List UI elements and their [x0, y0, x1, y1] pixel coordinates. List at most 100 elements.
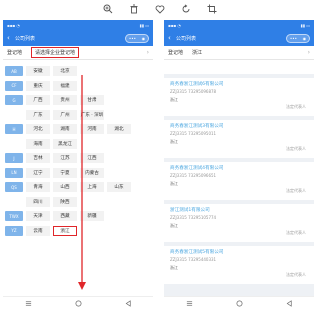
company-code: ZZJ3315 73295096651 — [170, 173, 217, 178]
region-selector-bar[interactable]: 登记地 浙江 › — [164, 46, 314, 60]
company-role: 法定代表人 — [286, 104, 306, 109]
region-row: H 河北 湖南 河南 湖北 — [3, 122, 153, 137]
close-circle-icon[interactable]: ◉ — [142, 36, 146, 41]
title-bar: ‹ 公司列表 ••• ◉ — [3, 30, 153, 46]
region-option[interactable]: 上海 — [80, 182, 104, 193]
region-option[interactable]: 黑龙江 — [53, 138, 77, 149]
region-letter-tag — [5, 139, 23, 149]
company-card[interactable]: 商务春浙江测试6有限公司 ZZJ3315 73295096878 浙江 法定代表人 — [164, 78, 314, 116]
company-list: 商务春浙江测试6有限公司 ZZJ3315 73295096878 浙江 法定代表人 商务… — [164, 74, 314, 296]
region-placeholder[interactable]: 请选择企业登记地 — [31, 47, 80, 58]
region-row: J 吉林 江苏 江西 — [3, 151, 153, 166]
android-nav-bar — [164, 296, 314, 310]
company-code: ZZJ3315 73295440331 — [170, 257, 217, 262]
region-option[interactable]: 福建 — [53, 80, 77, 91]
region-option[interactable]: 宁夏 — [53, 167, 77, 178]
region-letter-tag: G — [5, 95, 23, 106]
region-option[interactable]: 天津 — [26, 211, 50, 222]
region-letter-tag: TWX — [5, 211, 23, 222]
home-icon[interactable] — [74, 300, 82, 308]
region-option[interactable]: 重庆 — [26, 80, 50, 91]
delete-icon[interactable] — [128, 3, 140, 15]
miniapp-capsule[interactable]: ••• ◉ — [286, 33, 310, 43]
region-option[interactable]: 江西 — [80, 153, 104, 164]
company-card[interactable]: 浙江测试1有限公司 ZZJ3315 73295105774 浙江 法定代表人 — [164, 204, 314, 242]
page-title: 公司列表 — [15, 35, 36, 42]
company-card[interactable]: 商务春浙江测试4有限公司 ZZJ3315 73295096651 浙江 法定代表人 — [164, 162, 314, 200]
region-option[interactable]: 西藏 — [53, 211, 77, 222]
more-icon[interactable]: ••• — [129, 36, 136, 41]
region-option[interactable]: 海南 — [26, 138, 50, 149]
company-card[interactable]: 商务春浙江测试5有限公司 ZZJ3315 73295440331 浙江法定代表人 — [164, 246, 314, 284]
region-option[interactable]: 江苏 — [53, 153, 77, 164]
region-option[interactable]: 辽宁 — [26, 167, 50, 178]
back-icon[interactable] — [124, 300, 132, 308]
menu-icon[interactable] — [185, 300, 193, 308]
page-title: 公司列表 — [176, 35, 197, 42]
company-province: 浙江 — [170, 181, 178, 186]
region-option[interactable]: 四川 — [26, 196, 50, 207]
back-arrow-icon[interactable]: ‹ — [168, 34, 176, 42]
company-card[interactable]: 商务春浙江测试3有限公司 ZZJ3315 73295095011 浙江 法定代表人 — [164, 120, 314, 158]
region-option[interactable]: 山西 — [53, 182, 77, 193]
company-code: ZZJ3315 73295105774 — [170, 215, 217, 220]
region-row: 海南 黑龙江 — [3, 137, 153, 152]
region-selector-bar[interactable]: 登记地 请选择企业登记地 › — [3, 46, 153, 60]
rotate-icon[interactable] — [180, 3, 192, 15]
region-option[interactable]: 河北 — [26, 124, 50, 135]
back-icon[interactable] — [285, 300, 293, 308]
company-province: 浙江 — [170, 97, 178, 102]
region-option[interactable]: 甘肃 — [80, 95, 104, 106]
chevron-right-icon: › — [146, 49, 149, 56]
title-bar: ‹ 公司列表 ••• ◉ — [164, 30, 314, 46]
region-option[interactable]: 广州 — [53, 109, 77, 120]
left-phone-screen: ▪▪▪ ◔ ▮▮ ▭ ‹ 公司列表 ••• ◉ 登记地 请选择企业登记地 › A… — [3, 20, 153, 310]
region-option[interactable]: 安徽 — [26, 66, 50, 77]
favorite-icon[interactable] — [154, 3, 166, 15]
region-option[interactable]: 陕西 — [53, 196, 77, 207]
more-icon[interactable]: ••• — [290, 36, 297, 41]
company-province: 浙江 — [170, 139, 178, 144]
region-row: 四川 陕西 — [3, 195, 153, 210]
miniapp-capsule[interactable]: ••• ◉ — [125, 33, 149, 43]
region-label: 登记地 — [7, 50, 23, 56]
close-circle-icon[interactable]: ◉ — [303, 36, 307, 41]
region-option[interactable]: 广东 · 深圳 — [80, 109, 104, 120]
region-option[interactable]: 广东 — [26, 109, 50, 120]
region-option[interactable]: 广西 — [26, 95, 50, 106]
region-option[interactable]: 青海 — [26, 182, 50, 193]
region-letter-tag: AB — [5, 66, 23, 77]
zoom-in-icon[interactable] — [102, 3, 114, 15]
region-option[interactable]: 浙江 — [53, 225, 77, 236]
company-province: 浙江 — [170, 223, 178, 228]
region-option[interactable]: 内蒙古 — [80, 167, 104, 178]
region-letter-tag: YZ — [5, 225, 23, 236]
company-role: 法定代表人 — [286, 272, 306, 277]
crop-icon[interactable] — [206, 3, 218, 15]
menu-icon[interactable] — [24, 300, 32, 308]
region-letter-tag: H — [5, 124, 23, 135]
company-role: 法定代表人 — [286, 146, 306, 151]
region-option[interactable]: 湖北 — [107, 124, 131, 135]
region-option[interactable]: 山东 — [107, 182, 131, 193]
region-row: AB 安徽 北京 — [3, 64, 153, 79]
region-row: YZ 云南 浙江 — [3, 224, 153, 239]
region-option[interactable]: 河南 — [80, 124, 104, 135]
right-phone-screen: ▪▪▪ ◔ ▮▮ ▭ ‹ 公司列表 ••• ◉ 登记地 浙江 › 商务春浙江测试… — [164, 20, 314, 310]
viewer-toolbar — [0, 0, 320, 17]
back-arrow-icon[interactable]: ‹ — [7, 34, 15, 42]
region-option[interactable]: 湖南 — [53, 124, 77, 135]
region-option[interactable]: 贵州 — [53, 95, 77, 106]
company-province: 浙江 — [170, 265, 178, 270]
region-option[interactable]: 新疆 — [80, 211, 104, 222]
company-name: 商务春浙江测试5有限公司 — [170, 250, 224, 255]
region-letter-tag — [5, 197, 23, 207]
screenshot-root: ▪▪▪ ◔ ▮▮ ▭ ‹ 公司列表 ••• ◉ 登记地 请选择企业登记地 › A… — [0, 0, 320, 315]
arrow-head — [78, 282, 86, 290]
home-icon[interactable] — [235, 300, 243, 308]
region-option[interactable]: 云南 — [26, 225, 50, 236]
region-option[interactable]: 吉林 — [26, 153, 50, 164]
region-value[interactable]: 浙江 — [192, 49, 308, 56]
region-option[interactable]: 北京 — [53, 66, 77, 77]
region-row: 广东 广州 广东 · 深圳 — [3, 108, 153, 123]
